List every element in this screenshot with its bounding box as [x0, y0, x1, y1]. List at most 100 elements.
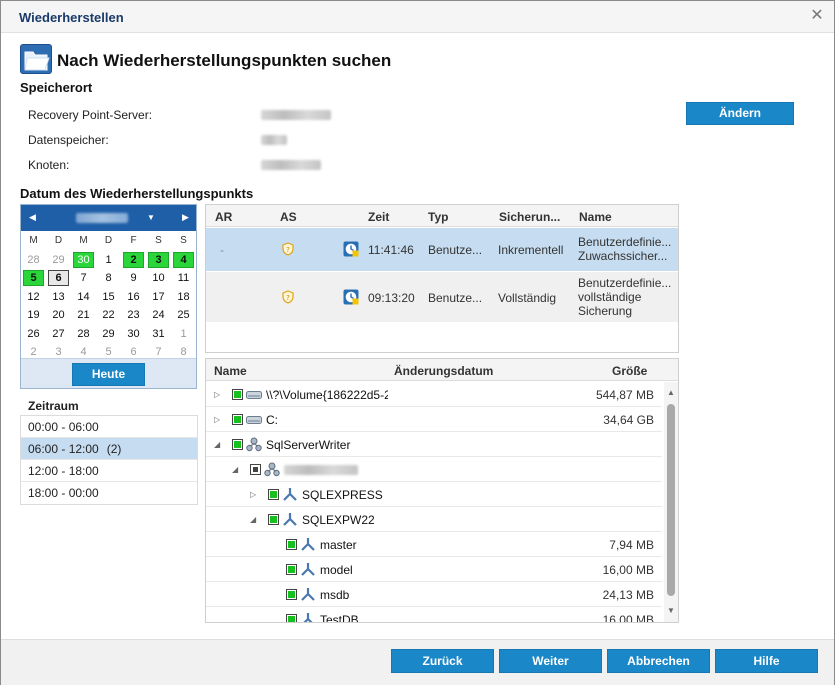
sql-instance-group-icon — [264, 462, 280, 477]
collapse-icon[interactable]: ◢ — [214, 440, 220, 449]
calendar-day-with-backup[interactable]: 30 — [71, 251, 96, 271]
calendar-day[interactable]: 30 — [121, 326, 146, 345]
cancel-button[interactable]: Abbrechen — [607, 649, 710, 673]
tree-row[interactable]: TestDB 16,00 MB — [206, 607, 662, 622]
tree-row[interactable]: ◢ SQLEXPW22 — [206, 507, 662, 532]
calendar-day-with-backup[interactable]: 5 — [21, 270, 46, 289]
column-header-ar[interactable]: AR — [215, 210, 232, 224]
close-icon[interactable]: ✕ — [808, 7, 826, 25]
expand-icon[interactable]: ▷ — [214, 390, 220, 399]
checkbox[interactable] — [232, 439, 243, 450]
rp-name-line: Sicherung — [578, 304, 633, 318]
calendar-day[interactable]: 14 — [71, 289, 96, 308]
calendar-day[interactable]: 1 — [171, 326, 196, 345]
calendar-day-number: 14 — [77, 290, 90, 303]
checkbox[interactable] — [268, 514, 279, 525]
calendar-day[interactable]: 17 — [146, 289, 171, 308]
timerange-item-selected[interactable]: 06:00 - 12:00 (2) — [21, 438, 197, 460]
calendar-day[interactable]: 21 — [71, 307, 96, 326]
tree-item-label: SQLEXPRESS — [302, 488, 383, 502]
checkbox[interactable] — [286, 589, 297, 600]
calendar-day[interactable]: 26 — [21, 326, 46, 345]
change-button[interactable]: Ändern — [686, 102, 794, 125]
calendar-day[interactable]: 1 — [96, 252, 121, 271]
calendar-day[interactable]: 28 — [71, 326, 96, 345]
calendar-day[interactable]: 15 — [96, 289, 121, 308]
scroll-thumb[interactable] — [667, 404, 675, 596]
calendar-day[interactable]: 13 — [46, 289, 71, 308]
column-header-as[interactable]: AS — [280, 210, 297, 224]
database-icon — [301, 538, 315, 551]
calendar-day[interactable]: 28 — [21, 252, 46, 271]
column-header-name[interactable]: Name — [214, 364, 247, 378]
tree-row[interactable]: ▷ SQLEXPRESS — [206, 482, 662, 507]
checkbox[interactable] — [232, 389, 243, 400]
timerange-item[interactable]: 18:00 - 00:00 — [21, 482, 197, 504]
tree-row[interactable]: master 7,94 MB — [206, 532, 662, 557]
calendar-day[interactable]: 20 — [46, 307, 71, 326]
next-button[interactable]: Weiter — [499, 649, 602, 673]
tree-row[interactable]: ◢ SqlServerWriter — [206, 432, 662, 457]
help-button[interactable]: Hilfe — [715, 649, 818, 673]
calendar-day[interactable]: 9 — [121, 270, 146, 289]
timerange-title: Zeitraum — [28, 399, 79, 413]
calendar-day[interactable]: 24 — [146, 307, 171, 326]
calendar-day[interactable]: 23 — [121, 307, 146, 326]
calendar-day[interactable]: 7 — [71, 270, 96, 289]
checkbox[interactable] — [232, 414, 243, 425]
prev-month-icon[interactable]: ◀ — [29, 212, 36, 223]
calendar-day[interactable]: 12 — [21, 289, 46, 308]
calendar-day[interactable]: 11 — [171, 270, 196, 289]
recovery-point-row[interactable]: ? 09:13:20 Benutze... Vollständig Benutz… — [206, 272, 678, 322]
timerange-item[interactable]: 00:00 - 06:00 — [21, 416, 197, 438]
recovery-point-row-selected[interactable]: - ? 11:41:46 Benutze... Inkrementell Ben… — [206, 228, 678, 271]
timerange-item[interactable]: 12:00 - 18:00 — [21, 460, 197, 482]
expand-icon[interactable]: ▷ — [250, 490, 256, 499]
checkbox[interactable] — [268, 489, 279, 500]
tree-row[interactable]: ◢ — [206, 457, 662, 482]
calendar-day[interactable]: 29 — [96, 326, 121, 345]
calendar-day-selected[interactable]: 6 — [46, 270, 71, 289]
calendar-day[interactable]: 27 — [46, 326, 71, 345]
calendar-day-with-backup[interactable]: 2 — [121, 251, 146, 271]
scroll-down-icon[interactable]: ▼ — [667, 606, 675, 615]
calendar-day-number: 4 — [173, 251, 194, 268]
calendar-day[interactable]: 16 — [121, 289, 146, 308]
back-button[interactable]: Zurück — [391, 649, 494, 673]
tree-row[interactable]: msdb 24,13 MB — [206, 582, 662, 607]
tree-row[interactable]: ▷ \\?\Volume{186222d5-2 544,87 MB — [206, 382, 662, 407]
expand-icon[interactable]: ▷ — [214, 415, 220, 424]
tree-scrollbar[interactable]: ▲ ▼ — [664, 382, 678, 622]
scroll-up-icon[interactable]: ▲ — [667, 388, 675, 397]
calendar-day[interactable]: 19 — [21, 307, 46, 326]
checkbox[interactable] — [286, 614, 297, 622]
calendar-day-number: 29 — [102, 327, 115, 340]
collapse-icon[interactable]: ◢ — [232, 465, 238, 474]
calendar-day[interactable]: 22 — [96, 307, 121, 326]
checkbox[interactable] — [286, 564, 297, 575]
calendar-day[interactable]: 29 — [46, 252, 71, 271]
calendar-day-number: 16 — [127, 290, 140, 303]
next-month-icon[interactable]: ▶ — [182, 212, 189, 223]
tree-row[interactable]: ▷ C: 34,64 GB — [206, 407, 662, 432]
column-header-time[interactable]: Zeit — [368, 210, 389, 224]
calendar-day[interactable]: 10 — [146, 270, 171, 289]
checkbox[interactable] — [286, 539, 297, 550]
calendar-day[interactable]: 18 — [171, 289, 196, 308]
calendar-day[interactable]: 25 — [171, 307, 196, 326]
sql-instance-icon — [283, 513, 297, 526]
today-button[interactable]: Heute — [72, 363, 145, 386]
tree-row[interactable]: model 16,00 MB — [206, 557, 662, 582]
month-dropdown-icon[interactable]: ▼ — [147, 213, 155, 222]
calendar-day[interactable]: 31 — [146, 326, 171, 345]
calendar-day-with-backup[interactable]: 4 — [171, 251, 196, 271]
column-header-backup[interactable]: Sicherun... — [499, 210, 560, 224]
column-header-type[interactable]: Typ — [428, 210, 448, 224]
column-header-modified[interactable]: Änderungsdatum — [394, 364, 493, 378]
column-header-size[interactable]: Größe — [612, 364, 647, 378]
calendar-day[interactable]: 8 — [96, 270, 121, 289]
calendar-day-with-backup[interactable]: 3 — [146, 251, 171, 271]
checkbox-partial[interactable] — [250, 464, 261, 475]
collapse-icon[interactable]: ◢ — [250, 515, 256, 524]
column-header-name[interactable]: Name — [579, 210, 612, 224]
